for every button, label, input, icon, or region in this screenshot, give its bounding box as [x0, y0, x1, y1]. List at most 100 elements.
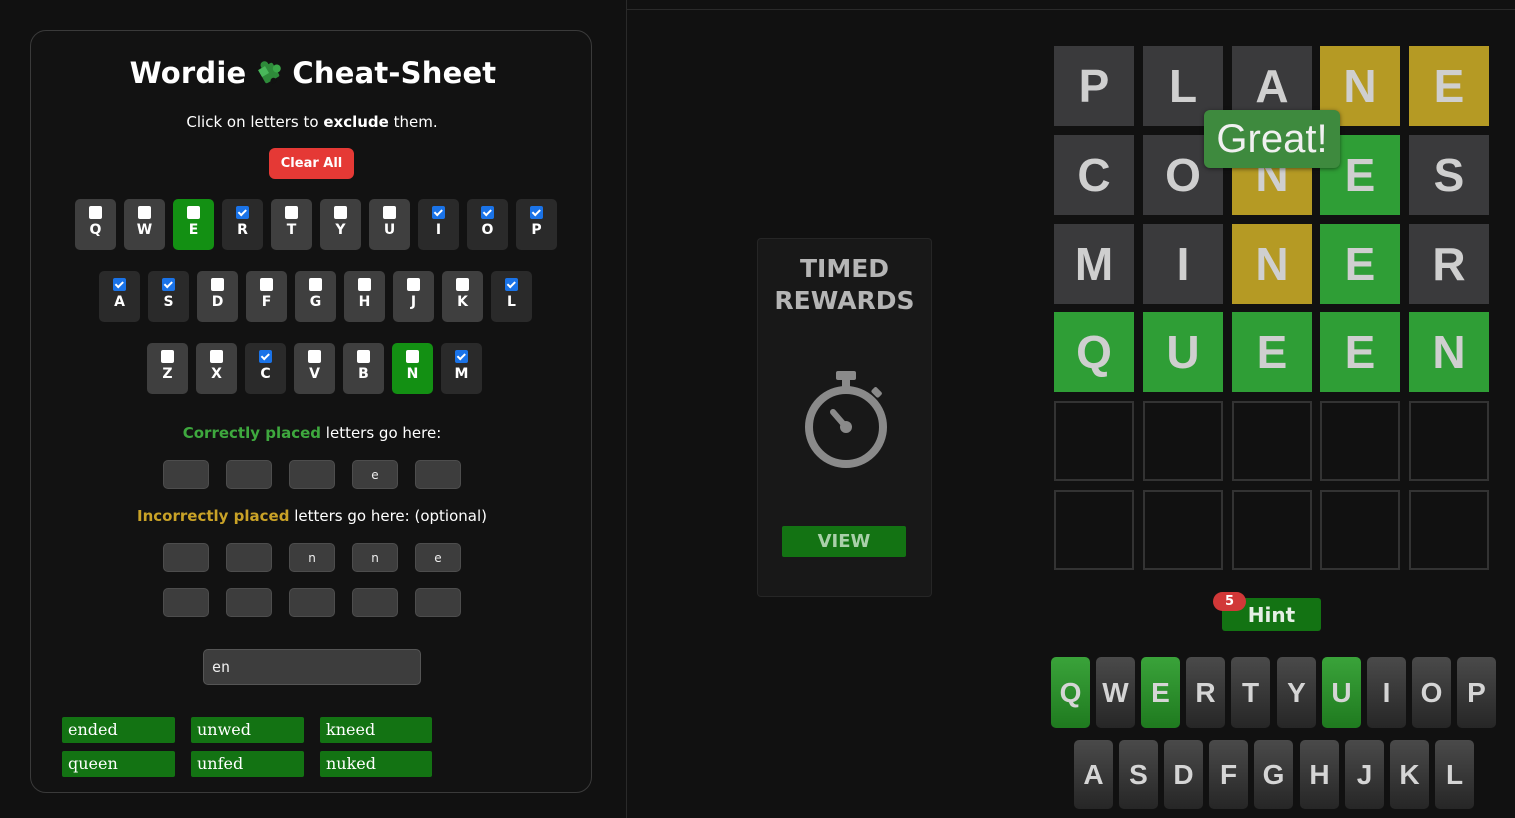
exclude-checkbox[interactable] [259, 350, 272, 363]
letter-slot[interactable]: n [289, 543, 335, 572]
exclude-key-letter: S [163, 294, 174, 310]
exclude-checkbox[interactable] [309, 278, 322, 291]
exclude-key-w[interactable]: W [124, 199, 165, 250]
key-w[interactable]: W [1096, 657, 1135, 728]
exclude-key-c[interactable]: C [245, 343, 286, 394]
exclude-key-m[interactable]: M [441, 343, 482, 394]
letter-slot[interactable] [163, 460, 209, 489]
exclude-checkbox[interactable] [187, 206, 200, 219]
exclude-key-d[interactable]: D [197, 271, 238, 322]
clear-all-button[interactable]: Clear All [269, 148, 354, 179]
key-f[interactable]: F [1209, 740, 1248, 809]
exclude-checkbox[interactable] [407, 278, 420, 291]
exclude-key-n[interactable]: N [392, 343, 433, 394]
exclude-key-x[interactable]: X [196, 343, 237, 394]
exclude-checkbox[interactable] [505, 278, 518, 291]
board-tile [1320, 401, 1400, 481]
exclude-checkbox[interactable] [530, 206, 543, 219]
exclude-key-b[interactable]: B [343, 343, 384, 394]
key-o[interactable]: O [1412, 657, 1451, 728]
exclude-key-k[interactable]: K [442, 271, 483, 322]
exclude-key-g[interactable]: G [295, 271, 336, 322]
letter-slot[interactable] [163, 543, 209, 572]
exclude-checkbox[interactable] [383, 206, 396, 219]
exclude-key-e[interactable]: E [173, 199, 214, 250]
exclude-key-f[interactable]: F [246, 271, 287, 322]
exclude-key-o[interactable]: O [467, 199, 508, 250]
word-suggestion[interactable]: ended [62, 717, 175, 743]
key-s[interactable]: S [1119, 740, 1158, 809]
timed-rewards-card[interactable]: TIMED REWARDS VIEW [757, 238, 932, 597]
letter-slot[interactable] [226, 460, 272, 489]
exclude-key-r[interactable]: R [222, 199, 263, 250]
exclude-key-h[interactable]: H [344, 271, 385, 322]
exclude-key-letter: V [309, 366, 320, 382]
exclude-key-q[interactable]: Q [75, 199, 116, 250]
exclude-key-i[interactable]: I [418, 199, 459, 250]
key-l[interactable]: L [1435, 740, 1474, 809]
key-a[interactable]: A [1074, 740, 1113, 809]
exclude-checkbox[interactable] [357, 350, 370, 363]
exclude-checkbox[interactable] [236, 206, 249, 219]
exclude-key-v[interactable]: V [294, 343, 335, 394]
exclude-checkbox[interactable] [456, 278, 469, 291]
letter-slot[interactable] [415, 460, 461, 489]
exclude-key-s[interactable]: S [148, 271, 189, 322]
exclude-checkbox[interactable] [358, 278, 371, 291]
exclude-checkbox[interactable] [113, 278, 126, 291]
letter-slot[interactable]: e [352, 460, 398, 489]
exclude-checkbox[interactable] [161, 350, 174, 363]
exclude-checkbox[interactable] [406, 350, 419, 363]
exclude-checkbox[interactable] [334, 206, 347, 219]
key-t[interactable]: T [1231, 657, 1270, 728]
key-i[interactable]: I [1367, 657, 1406, 728]
key-g[interactable]: G [1254, 740, 1293, 809]
exclude-key-z[interactable]: Z [147, 343, 188, 394]
exclude-checkbox[interactable] [89, 206, 102, 219]
exclude-checkbox[interactable] [285, 206, 298, 219]
exclude-key-y[interactable]: Y [320, 199, 361, 250]
exclude-key-letter: W [136, 222, 153, 238]
letter-slot[interactable] [163, 588, 209, 617]
letter-slot[interactable]: e [415, 543, 461, 572]
word-suggestion[interactable]: queen [62, 751, 175, 777]
letter-slot[interactable]: n [352, 543, 398, 572]
key-p[interactable]: P [1457, 657, 1496, 728]
key-j[interactable]: J [1345, 740, 1384, 809]
exclude-key-l[interactable]: L [491, 271, 532, 322]
key-q[interactable]: Q [1051, 657, 1090, 728]
view-rewards-button[interactable]: VIEW [782, 526, 906, 557]
exclude-checkbox[interactable] [432, 206, 445, 219]
exclude-checkbox[interactable] [138, 206, 151, 219]
exclude-key-p[interactable]: P [516, 199, 557, 250]
letter-slot[interactable] [226, 588, 272, 617]
exclude-checkbox[interactable] [162, 278, 175, 291]
letter-slot[interactable] [289, 588, 335, 617]
exclude-checkbox[interactable] [260, 278, 273, 291]
key-h[interactable]: H [1300, 740, 1339, 809]
key-d[interactable]: D [1164, 740, 1203, 809]
key-e[interactable]: E [1141, 657, 1180, 728]
exclude-checkbox[interactable] [481, 206, 494, 219]
exclude-checkbox[interactable] [210, 350, 223, 363]
letter-slot[interactable] [352, 588, 398, 617]
exclude-checkbox[interactable] [308, 350, 321, 363]
exclude-key-u[interactable]: U [369, 199, 410, 250]
letter-slot[interactable] [415, 588, 461, 617]
exclude-checkbox[interactable] [211, 278, 224, 291]
exclude-key-t[interactable]: T [271, 199, 312, 250]
letter-slot[interactable] [289, 460, 335, 489]
key-u[interactable]: U [1322, 657, 1361, 728]
key-y[interactable]: Y [1277, 657, 1316, 728]
word-suggestion[interactable]: nuked [320, 751, 432, 777]
word-suggestion[interactable]: unfed [191, 751, 304, 777]
exclude-checkbox[interactable] [455, 350, 468, 363]
word-suggestion[interactable]: kneed [320, 717, 432, 743]
letters-search-input[interactable] [203, 649, 421, 685]
key-r[interactable]: R [1186, 657, 1225, 728]
key-k[interactable]: K [1390, 740, 1429, 809]
word-suggestion[interactable]: unwed [191, 717, 304, 743]
exclude-key-j[interactable]: J [393, 271, 434, 322]
letter-slot[interactable] [226, 543, 272, 572]
exclude-key-a[interactable]: A [99, 271, 140, 322]
